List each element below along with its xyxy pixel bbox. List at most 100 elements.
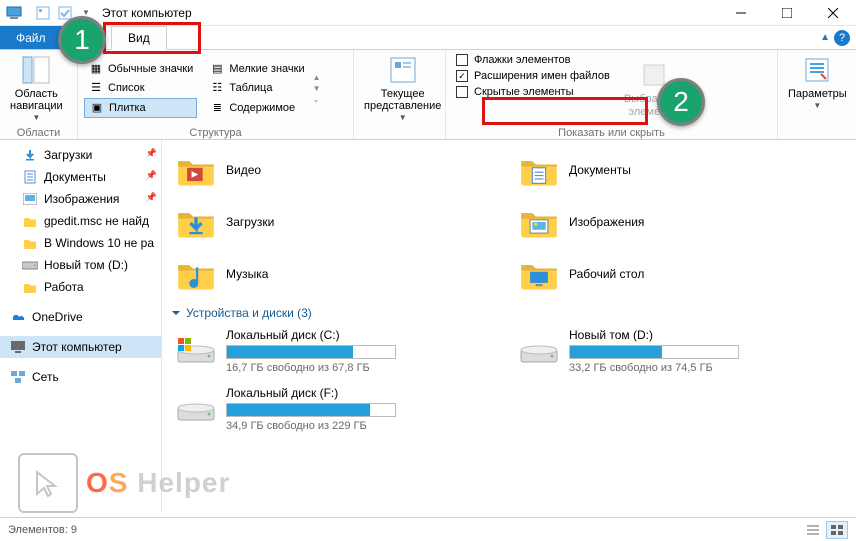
- folder-label: Загрузки: [226, 215, 274, 229]
- this-pc-icon: [6, 5, 22, 21]
- tab-file[interactable]: Файл: [0, 26, 62, 49]
- navigation-pane-icon: [20, 54, 52, 86]
- tiles-view-button[interactable]: [826, 521, 848, 539]
- layout-list[interactable]: ☰Список: [84, 79, 197, 97]
- folder-tile[interactable]: Музыка: [172, 250, 503, 298]
- nav-item[interactable]: В Windows 10 не ра: [0, 232, 161, 254]
- content-area: Загрузки 📌 Документы 📌 Изображения 📌 gpedit.ms…: [0, 140, 856, 512]
- drive-tile[interactable]: Локальный диск (C:)16,7 ГБ свободно из 6…: [172, 324, 503, 378]
- navigation-pane-button[interactable]: Область навигации ▼: [6, 52, 67, 125]
- music-folder-icon: [176, 254, 216, 294]
- folder-tile[interactable]: Видео: [172, 146, 503, 194]
- main-view[interactable]: Видео Документы Загрузки Изображения Музыка Р…: [162, 140, 856, 512]
- pics-icon: [22, 191, 38, 207]
- folder-tile[interactable]: Изображения: [515, 198, 846, 246]
- devices-group-header[interactable]: Устройства и диски (3): [172, 306, 846, 320]
- medium-icons-icon: ▦: [88, 61, 104, 77]
- ribbon-group-label: Показать или скрыть: [446, 127, 777, 139]
- maximize-button[interactable]: [764, 0, 810, 26]
- drive-tile[interactable]: Новый том (D:) 33,2 ГБ свободно из 74,5 Г…: [515, 324, 846, 378]
- checkbox-checked-icon: [456, 70, 468, 82]
- nav-item-label: Документы: [44, 170, 106, 184]
- nav-item[interactable]: Изображения 📌: [0, 188, 161, 210]
- drive-tile[interactable]: Локальный диск (F:)34,9 ГБ свободно из 2…: [172, 382, 503, 436]
- gallery-scroll-down-icon[interactable]: ▼: [313, 84, 321, 93]
- download-icon: [22, 147, 38, 163]
- details-view-button[interactable]: [802, 521, 824, 539]
- nav-this-pc[interactable]: Этот компьютер: [0, 336, 161, 358]
- help-icon[interactable]: ?: [834, 30, 850, 46]
- folder-icon: [22, 279, 38, 295]
- ribbon-collapse-icon[interactable]: ▲: [820, 32, 830, 43]
- drive-label: Локальный диск (F:): [226, 386, 406, 400]
- folder-tile[interactable]: Рабочий стол: [515, 250, 846, 298]
- network-icon: [10, 369, 26, 385]
- item-count: Элементов: 9: [8, 524, 77, 536]
- file-extensions-toggle[interactable]: Расширения имен файлов: [452, 68, 614, 84]
- docs-folder-icon: [519, 150, 559, 190]
- options-button[interactable]: Параметры ▼: [784, 52, 851, 113]
- chevron-down-icon: ▼: [813, 102, 821, 111]
- pin-icon: 📌: [146, 148, 157, 159]
- layout-gallery[interactable]: ▦Обычные значки ▤Мелкие значки ☰Список ☷…: [84, 60, 309, 118]
- nav-item[interactable]: Документы 📌: [0, 166, 161, 188]
- folder-label: Музыка: [226, 267, 268, 281]
- drive-icon: [176, 336, 216, 366]
- folder-label: Рабочий стол: [569, 267, 644, 281]
- nav-item[interactable]: Новый том (D:): [0, 254, 161, 276]
- window-title: Этот компьютер: [94, 6, 192, 20]
- chevron-down-icon: ▼: [399, 114, 407, 123]
- nav-item[interactable]: Загрузки 📌: [0, 144, 161, 166]
- pics-folder-icon: [519, 202, 559, 242]
- minimize-button[interactable]: [718, 0, 764, 26]
- nav-item[interactable]: Работа: [0, 276, 161, 298]
- nav-item-label: В Windows 10 не ра: [44, 236, 154, 250]
- folder-tile[interactable]: Документы: [515, 146, 846, 194]
- drive-free-space: 33,2 ГБ свободно из 74,5 ГБ: [569, 362, 749, 374]
- ribbon-group-label: Структура: [78, 127, 353, 139]
- drive-label: Новый том (D:): [569, 328, 749, 342]
- layout-tiles[interactable]: ▣Плитка: [84, 98, 197, 118]
- layout-content[interactable]: ≣Содержимое: [205, 98, 308, 118]
- close-button[interactable]: [810, 0, 856, 26]
- item-checkboxes-toggle[interactable]: Флажки элементов: [452, 52, 614, 68]
- tab-view[interactable]: Вид: [111, 26, 167, 50]
- drive-usage-bar: [226, 345, 396, 359]
- nav-item-label: Изображения: [44, 192, 119, 206]
- qat-properties-icon[interactable]: [34, 4, 52, 22]
- checkbox-icon: [456, 54, 468, 66]
- this-pc-icon: [10, 339, 26, 355]
- folder-tile[interactable]: Загрузки: [172, 198, 503, 246]
- pin-icon: 📌: [146, 170, 157, 181]
- drive-usage-bar: [569, 345, 739, 359]
- pin-icon: 📌: [146, 192, 157, 203]
- gallery-more-icon[interactable]: ⌄: [313, 95, 321, 104]
- folder-icon: [22, 235, 38, 251]
- desktop-folder-icon: [519, 254, 559, 294]
- drive-icon: [519, 336, 559, 366]
- current-view-button[interactable]: Текущее представление ▼: [360, 52, 445, 125]
- callout-1: 1: [58, 16, 106, 64]
- nav-item-label: Новый том (D:): [44, 258, 128, 272]
- nav-item[interactable]: gpedit.msc не найд: [0, 210, 161, 232]
- video-folder-icon: [176, 150, 216, 190]
- nav-item-label: Работа: [44, 280, 84, 294]
- nav-onedrive[interactable]: OneDrive: [0, 306, 161, 328]
- ribbon: Область навигации ▼ Области ▦Обычные зна…: [0, 50, 856, 140]
- layout-medium-icons[interactable]: ▦Обычные значки: [84, 60, 197, 78]
- layout-details[interactable]: ☷Таблица: [205, 79, 308, 97]
- small-icons-icon: ▤: [209, 61, 225, 77]
- options-icon: [801, 54, 833, 86]
- navigation-pane[interactable]: Загрузки 📌 Документы 📌 Изображения 📌 gpedit.ms…: [0, 140, 162, 512]
- nav-item-label: Загрузки: [44, 148, 92, 162]
- titlebar: ▼ Этот компьютер: [0, 0, 856, 26]
- gallery-scroll-up-icon[interactable]: ▲: [313, 73, 321, 82]
- hidden-items-toggle[interactable]: Скрытые элементы: [452, 84, 614, 100]
- drives-section: Локальный диск (C:)16,7 ГБ свободно из 6…: [172, 324, 846, 436]
- nav-network[interactable]: Сеть: [0, 366, 161, 388]
- ribbon-tabs: Файл гер Вид ▲ ?: [0, 26, 856, 50]
- folder-label: Видео: [226, 163, 261, 177]
- drive-label: Локальный диск (C:): [226, 328, 406, 342]
- layout-small-icons[interactable]: ▤Мелкие значки: [205, 60, 308, 78]
- tiles-icon: ▣: [89, 100, 105, 116]
